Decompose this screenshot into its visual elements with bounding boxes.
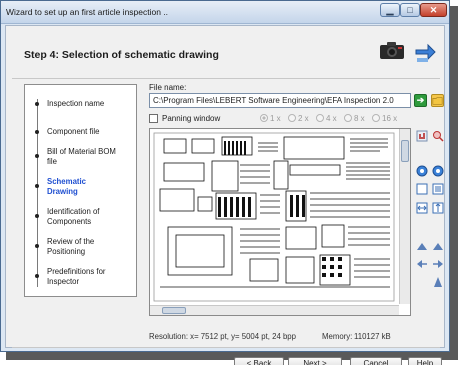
- radio-indicator: [316, 114, 324, 122]
- horizontal-scroll-thumb[interactable]: [162, 307, 186, 314]
- zoom-out-circle-icon[interactable]: [432, 165, 444, 177]
- zoom-4x-radio[interactable]: 4 x: [316, 114, 337, 123]
- flip-horizontal-icon[interactable]: [416, 258, 428, 270]
- fit-window-icon[interactable]: [416, 183, 428, 195]
- radio-indicator: [372, 114, 380, 122]
- step-bullet: [35, 274, 39, 278]
- vertical-scroll-thumb[interactable]: [401, 140, 409, 162]
- zoom-label: 8 x: [354, 114, 365, 123]
- step-bullet: [35, 214, 39, 218]
- zoom-1x-radio[interactable]: 1 x: [260, 114, 281, 123]
- zoom-in-circle-icon[interactable]: [416, 165, 428, 177]
- footer-divider: [12, 347, 440, 348]
- memory-value: 110127 kB: [354, 332, 391, 341]
- window-title: Wizard to set up an first article inspec…: [6, 7, 169, 17]
- radio-indicator: [344, 114, 352, 122]
- step-label-active: Schematic Drawing: [47, 177, 87, 196]
- steps-connector-line: [37, 99, 38, 287]
- camera-icon: [380, 42, 404, 59]
- file-name-label: File name:: [149, 83, 187, 92]
- file-path-input[interactable]: [149, 93, 411, 108]
- panning-window-checkbox[interactable]: [149, 114, 158, 123]
- radio-indicator: [288, 114, 296, 122]
- zoom-label: 16 x: [382, 114, 398, 123]
- next-button[interactable]: Next >: [288, 357, 342, 365]
- zoom-label: 2 x: [298, 114, 309, 123]
- step-title: Step 4: Selection of schematic drawing: [24, 49, 219, 61]
- wizard-window: Wizard to set up an first article inspec…: [0, 0, 450, 365]
- rotate-right-icon[interactable]: [432, 240, 444, 252]
- rotate-left-icon[interactable]: [416, 240, 428, 252]
- zoom-8x-radio[interactable]: 8 x: [344, 114, 365, 123]
- wizard-steps-panel: Inspection name Component file Bill of M…: [24, 84, 137, 297]
- cancel-button[interactable]: Cancel: [350, 357, 402, 365]
- help-button[interactable]: Help: [408, 357, 442, 365]
- close-button[interactable]: ✕: [420, 3, 447, 17]
- title-bar[interactable]: Wizard to set up an first article inspec…: [1, 1, 449, 24]
- minimize-button[interactable]: ▁: [380, 3, 400, 17]
- panning-window-label: Panning window: [162, 114, 221, 123]
- step-label: Identification of Components: [47, 207, 100, 226]
- step-bullet: [35, 244, 39, 248]
- step-label: Bill of Material BOM file: [47, 147, 116, 166]
- step-label: Review of the Positioning: [47, 237, 95, 256]
- confirm-file-button[interactable]: ➔: [414, 94, 427, 107]
- step-label: Inspection name: [47, 99, 105, 108]
- hand-pan-icon[interactable]: [416, 130, 428, 142]
- fit-height-icon[interactable]: [432, 202, 444, 214]
- step-bullet: [35, 184, 39, 188]
- step-bullet: [35, 154, 39, 158]
- radio-indicator: [260, 114, 268, 122]
- forward-arrow-icon: [415, 43, 436, 62]
- wizard-client-area: Step 4: Selection of schematic drawing I…: [5, 25, 445, 365]
- memory-label: Memory:: [322, 332, 353, 341]
- schematic-preview[interactable]: [149, 128, 411, 316]
- zoom-16x-radio[interactable]: 16 x: [372, 114, 397, 123]
- flip-vertical-icon[interactable]: [432, 276, 444, 288]
- open-folder-icon[interactable]: [431, 94, 444, 107]
- back-button[interactable]: < Back: [234, 357, 284, 365]
- zoom-label: 4 x: [326, 114, 337, 123]
- horizontal-scrollbar[interactable]: [150, 305, 399, 315]
- flip-back-icon[interactable]: [432, 258, 444, 270]
- schematic-drawing: [153, 132, 395, 302]
- step-bullet: [35, 102, 39, 106]
- zoom-label: 1 x: [270, 114, 281, 123]
- resolution-status: Resolution: x= 7512 pt, y= 5004 pt, 24 b…: [149, 332, 296, 341]
- maximize-button[interactable]: □: [400, 3, 420, 17]
- step-bullet: [35, 130, 39, 134]
- grid-view-icon[interactable]: [432, 183, 444, 195]
- search-zoom-icon[interactable]: [432, 130, 444, 142]
- header-divider: [12, 78, 440, 79]
- step-label: Component file: [47, 127, 100, 136]
- zoom-2x-radio[interactable]: 2 x: [288, 114, 309, 123]
- step-label: Predefinitions for Inspector: [47, 267, 106, 286]
- fit-width-icon[interactable]: [416, 202, 428, 214]
